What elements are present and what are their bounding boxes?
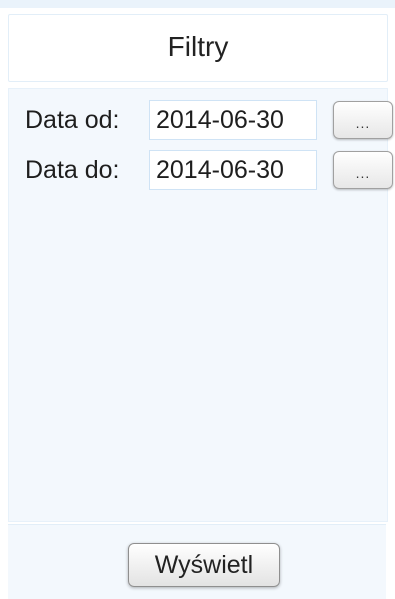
filters-panel: Filtry Data od: ... Data do: ... Wyświet… (0, 0, 395, 599)
filters-content: Data od: ... Data do: ... (8, 88, 393, 522)
date-to-picker-button[interactable]: ... (333, 151, 393, 189)
show-button[interactable]: Wyświetl (128, 543, 280, 587)
date-from-picker-button[interactable]: ... (333, 101, 393, 139)
title-bar: Filtry (8, 14, 388, 82)
panel-title: Filtry (167, 31, 229, 62)
date-from-row: Data od: ... (25, 99, 393, 141)
panel-top-border (0, 0, 395, 8)
date-to-label: Data do: (25, 155, 120, 184)
date-to-row: Data do: ... (25, 149, 393, 191)
footer-bar: Wyświetl (8, 524, 386, 599)
date-to-input[interactable] (149, 150, 317, 190)
date-from-input[interactable] (149, 100, 317, 140)
date-from-label: Data od: (25, 105, 120, 134)
